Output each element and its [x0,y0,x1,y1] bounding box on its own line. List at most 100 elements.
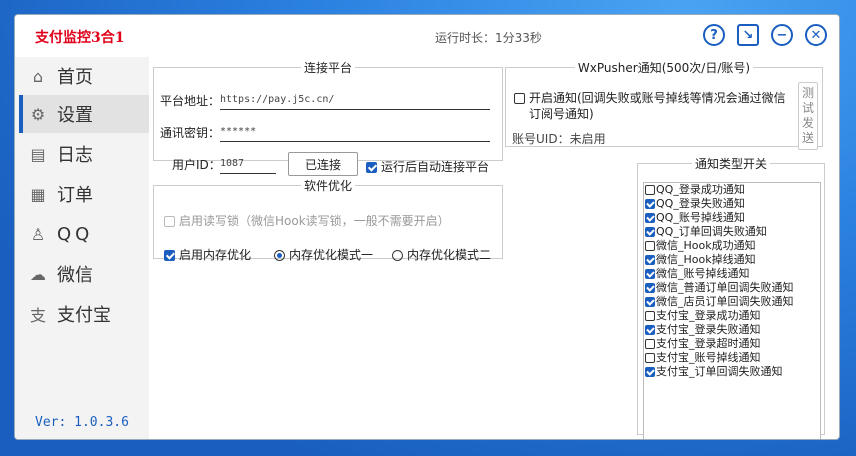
checkbox-box[interactable] [164,216,175,227]
notify-type-label: 微信_店员订单回调失败通知 [656,295,794,308]
notify-type-item[interactable]: QQ_登录成功通知 [644,183,820,197]
mem-opt-checkbox[interactable]: 启用内存优化 [164,246,251,263]
notify-type-label: 支付宝_账号掉线通知 [656,351,761,364]
platform-address-label: 平台地址： [160,94,221,108]
checkbox-box[interactable] [366,162,377,173]
sidebar-item-label: QQ [57,223,94,245]
notify-type-label: QQ_账号掉线通知 [656,211,745,224]
app-title: 支付监控3合1 [35,30,125,46]
checkbox-box[interactable] [645,185,655,195]
software-optimize-group: 软件优化 启用读写锁（微信Hook读写锁，一般不需要开启） 启用内存优化 内存优… [153,177,503,262]
notify-type-item[interactable]: 支付宝_登录成功通知 [644,309,820,323]
sidebar-item-qq[interactable]: ♙ QQ [19,215,149,253]
user-id-label: 用户ID： [172,158,221,172]
notify-type-label: QQ_登录失败通知 [656,197,745,210]
connect-platform-group: 连接平台 平台地址： https://pay.j5c.cn/ 通讯密钥： ***… [153,59,503,176]
sidebar-item-label: 微信 [57,265,93,286]
platform-address-input[interactable]: https://pay.j5c.cn/ [220,94,490,110]
sidebar-item-wechat[interactable]: ☁ 微信 [19,255,149,293]
notify-type-item[interactable]: 支付宝_登录失败通知 [644,323,820,337]
group-legend: WxPusher通知(500次/日/账号) [577,61,751,75]
checkbox-box[interactable] [645,269,655,279]
minimize-icon[interactable]: − [771,24,793,46]
notify-type-item[interactable]: 微信_Hook成功通知 [644,239,820,253]
sidebar-item-label: 首页 [57,67,93,88]
help-icon[interactable]: ? [703,24,725,46]
minimize-to-tray-icon[interactable]: ↘ [737,24,759,46]
radio-circle[interactable] [274,250,285,261]
checkbox-box[interactable] [164,250,175,261]
sidebar-item-orders[interactable]: ▦ 订单 [19,175,149,213]
wxpusher-enable-label-cont: 订阅号通知) [529,107,594,121]
home-icon: ⌂ [32,66,44,86]
sidebar-item-label: 支付宝 [57,305,111,326]
notify-type-label: 微信_普通订单回调失败通知 [656,281,794,294]
notify-type-item[interactable]: 支付宝_登录超时通知 [644,337,820,351]
notify-type-label: QQ_登录成功通知 [656,183,745,196]
checkbox-box[interactable] [645,339,655,349]
sidebar-item-log[interactable]: ▤ 日志 [19,135,149,173]
sidebar-item-label: 日志 [57,145,93,166]
notify-type-item[interactable]: 支付宝_账号掉线通知 [644,351,820,365]
checkbox-box[interactable] [645,367,655,377]
sidebar-item-settings[interactable]: ⚙ 设置 [19,95,149,133]
checkbox-box[interactable] [645,241,655,251]
order-search-icon: ▦ [30,184,46,204]
checkbox-box[interactable] [645,353,655,363]
radio-circle[interactable] [392,250,403,261]
connect-button[interactable]: 已连接 [288,152,358,176]
test-send-button[interactable]: 测试发送 [798,82,818,150]
sidebar-item-home[interactable]: ⌂ 首页 [19,57,149,95]
mem-mode1-label: 内存优化模式一 [289,248,374,262]
checkbox-box[interactable] [645,227,655,237]
clipboard-icon: ▤ [30,144,46,164]
wxpusher-group: WxPusher通知(500次/日/账号) 开启通知(回调失败或账号掉线等情况会… [505,59,823,150]
mem-mode2-label: 内存优化模式二 [407,248,492,262]
version-label: Ver: 1.0.3.6 [35,415,129,430]
rw-lock-label: 启用读写锁（微信Hook读写锁，一般不需要开启） [179,214,450,228]
checkbox-box[interactable] [645,213,655,223]
wechat-icon: ☁ [30,264,46,284]
rw-lock-checkbox[interactable]: 启用读写锁（微信Hook读写锁，一般不需要开启） [164,212,450,229]
gear-icon: ⚙ [30,104,46,124]
notify-types-group: 通知类型开关 QQ_登录成功通知 QQ_登录失败通知 QQ_账号掉线通知 QQ_订单回… [637,155,825,439]
notify-type-label: QQ_订单回调失败通知 [656,225,767,238]
notify-type-item[interactable]: 支付宝_订单回调失败通知 [644,365,820,379]
group-legend: 连接平台 [303,61,352,75]
checkbox-box[interactable] [645,325,655,335]
notify-type-label: 支付宝_登录超时通知 [656,337,761,350]
notify-type-label: 支付宝_订单回调失败通知 [656,365,783,378]
sidebar: ⌂ 首页 ⚙ 设置 ▤ 日志 ▦ 订单 ♙ QQ ☁ 微信 支 支付宝 Ver:… [15,57,149,439]
checkbox-box[interactable] [645,311,655,321]
wxpusher-enable-label: 开启通知(回调失败或账号掉线等情况会通过微信 [529,91,786,105]
mem-mode2-radio[interactable]: 内存优化模式二 [392,246,491,263]
sidebar-item-label: 订单 [57,185,93,206]
close-icon[interactable]: ✕ [805,24,827,46]
auto-connect-checkbox[interactable]: 运行后自动连接平台 [366,158,489,175]
notify-type-item[interactable]: QQ_订单回调失败通知 [644,225,820,239]
group-legend: 软件优化 [303,179,352,193]
notify-type-list[interactable]: QQ_登录成功通知 QQ_登录失败通知 QQ_账号掉线通知 QQ_订单回调失败通知 微信… [643,182,821,439]
user-id-input[interactable]: 1087 [220,158,276,174]
notify-type-label: 微信_账号掉线通知 [656,267,750,280]
notify-type-item[interactable]: QQ_账号掉线通知 [644,211,820,225]
notify-type-item[interactable]: 微信_账号掉线通知 [644,267,820,281]
mem-mode1-radio[interactable]: 内存优化模式一 [274,246,373,263]
notify-type-item[interactable]: 微信_普通订单回调失败通知 [644,281,820,295]
checkbox-box[interactable] [645,255,655,265]
checkbox-box[interactable] [514,93,525,104]
notify-type-label: 微信_Hook掉线通知 [656,253,756,266]
comm-key-input[interactable]: ****** [220,126,490,142]
notify-type-item[interactable]: 微信_Hook掉线通知 [644,253,820,267]
checkbox-box[interactable] [645,199,655,209]
sidebar-item-alipay[interactable]: 支 支付宝 [19,295,149,333]
group-legend: 通知类型开关 [694,157,767,171]
notify-type-item[interactable]: QQ_登录失败通知 [644,197,820,211]
checkbox-box[interactable] [645,283,655,293]
notify-type-label: 微信_Hook成功通知 [656,239,756,252]
checkbox-box[interactable] [645,297,655,307]
alipay-icon: 支 [29,306,46,325]
wxpusher-enable-checkbox[interactable]: 开启通知(回调失败或账号掉线等情况会通过微信 订阅号通知) [514,90,790,122]
notify-type-item[interactable]: 微信_店员订单回调失败通知 [644,295,820,309]
account-uid-label: 账号UID：未启用 [512,132,606,146]
